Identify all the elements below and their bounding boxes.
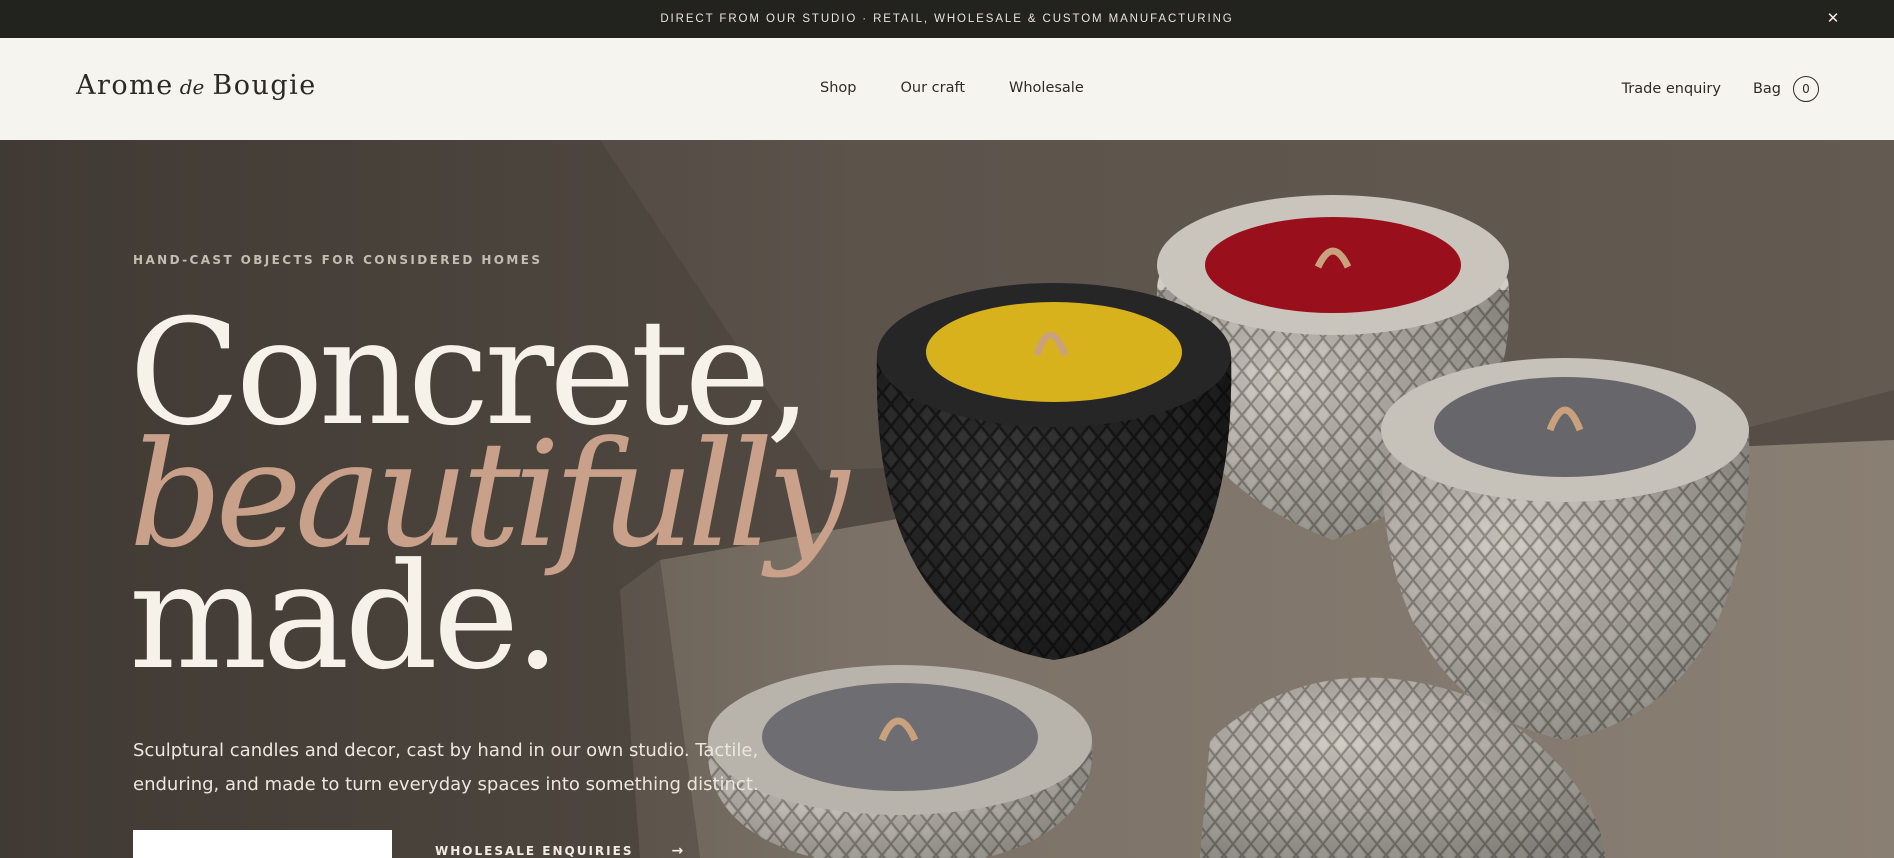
headline-line-3: made. xyxy=(129,532,561,702)
hero-subcopy: Sculptural candles and decor, cast by ha… xyxy=(133,740,759,795)
header-actions: Trade enquiry Bag 0 xyxy=(1622,76,1819,102)
logo-word-3: Bougie xyxy=(212,70,317,101)
bag-count-badge[interactable]: 0 xyxy=(1793,76,1819,102)
trade-enquiry-link[interactable]: Trade enquiry xyxy=(1622,81,1721,97)
site-header: Arome de Bougie Shop Our craft Wholesale T… xyxy=(0,38,1894,140)
wholesale-enquiries-label: WHOLESALE ENQUIRIES xyxy=(435,844,634,858)
nav-item-our-craft[interactable]: Our craft xyxy=(900,80,965,96)
wholesale-enquiries-link[interactable]: WHOLESALE ENQUIRIES → xyxy=(435,843,685,858)
primary-cta-button[interactable] xyxy=(133,830,392,858)
bag-link[interactable]: Bag xyxy=(1753,81,1781,97)
main-nav: Shop Our craft Wholesale xyxy=(820,80,1084,96)
arrow-right-icon: → xyxy=(671,843,686,858)
hero-eyebrow: HAND-CAST OBJECTS FOR CONSIDERED HOMES xyxy=(133,253,543,267)
nav-item-wholesale[interactable]: Wholesale xyxy=(1009,80,1084,96)
announcement-bar: DIRECT FROM OUR STUDIO · RETAIL, WHOLESA… xyxy=(0,0,1894,38)
nav-item-shop[interactable]: Shop xyxy=(820,80,856,96)
announcement-text: DIRECT FROM OUR STUDIO · RETAIL, WHOLESA… xyxy=(660,13,1234,25)
logo-word-1: Arome xyxy=(76,70,174,101)
close-icon[interactable]: ✕ xyxy=(1826,11,1842,27)
hero-section: HAND-CAST OBJECTS FOR CONSIDERED HOMES C… xyxy=(0,140,1894,858)
logo-word-2: de xyxy=(179,75,205,99)
brand-logo[interactable]: Arome de Bougie xyxy=(76,70,317,101)
